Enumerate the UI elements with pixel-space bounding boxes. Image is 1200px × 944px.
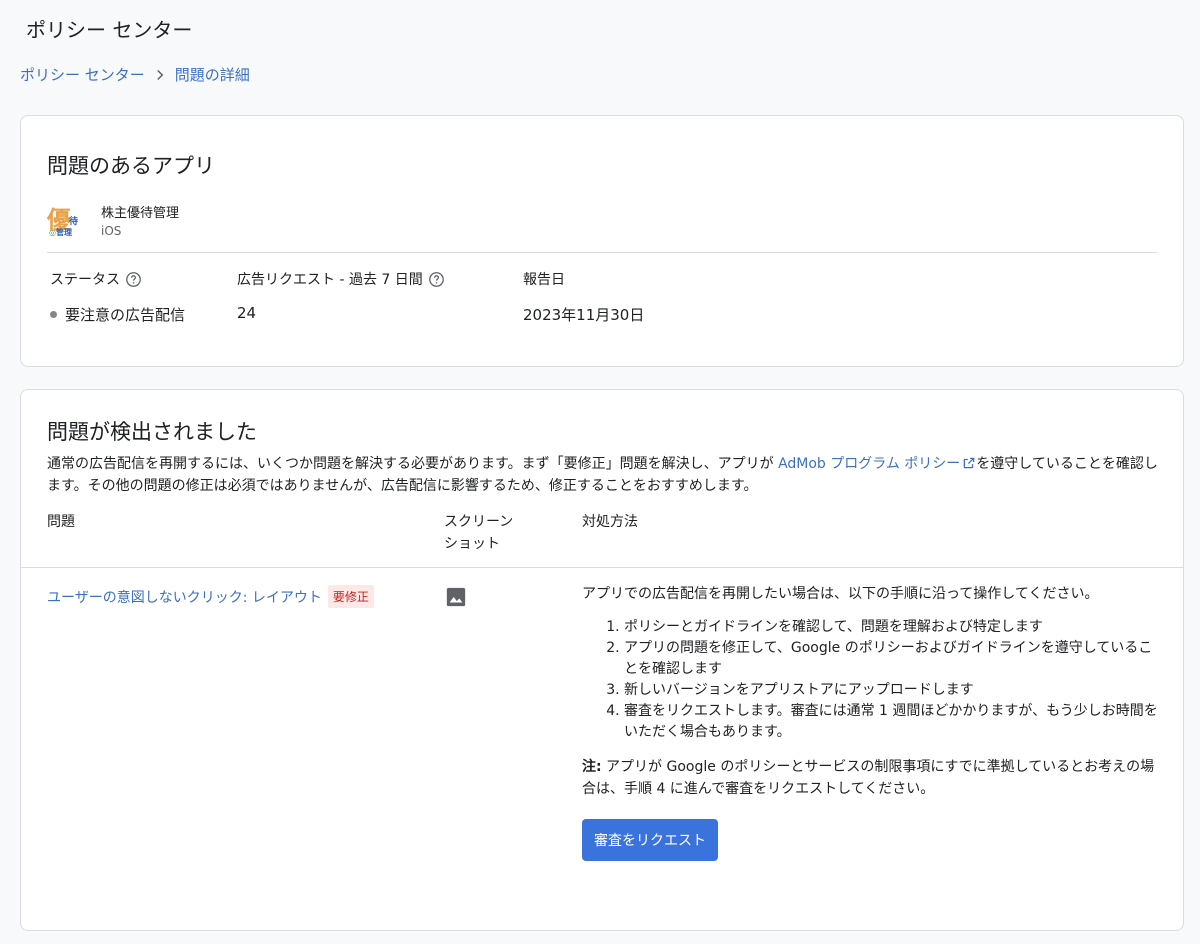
app-icon-sub-char: 待: [69, 217, 79, 227]
status-value-text: 要注意の広告配信: [65, 306, 186, 324]
issues-detected-title: 問題が検出されました: [47, 420, 257, 444]
app-platform: iOS: [101, 224, 122, 238]
issues-intro: 通常の広告配信を再開するには、いくつか問題を解決する必要があります。まず「要修正…: [47, 453, 1165, 497]
table-row: ユーザーの意図しないクリック: レイアウト 要修正: [47, 585, 374, 608]
column-header-screenshot: スクリーン ショット: [444, 511, 513, 555]
help-circle-icon[interactable]: [125, 271, 142, 288]
reported-date-stat: 報告日 2023年11月30日: [523, 270, 644, 325]
column-header-screenshot-line1: スクリーン: [444, 514, 514, 530]
list-item: 審査をリクエストします。審査には通常 1 週間ほどかかりますが、もう少しお時間を…: [624, 701, 1162, 743]
table-divider: [21, 567, 1183, 568]
note-text: アプリが Google のポリシーとサービスの制限事項にすでに準拠しているとお考…: [582, 759, 1155, 797]
problem-app-title: 問題のあるアプリ: [47, 154, 215, 178]
admob-policy-link-text: AdMob プログラム ポリシー: [778, 456, 961, 472]
app-icon-kanri: 管理: [55, 228, 72, 237]
column-header-screenshot-line2: ショット: [444, 536, 500, 552]
resolution-steps: ポリシーとガイドラインを確認して、問題を理解および特定します アプリの問題を修正…: [582, 617, 1162, 743]
status-dot: [50, 311, 57, 318]
resolution-note: 注: アプリが Google のポリシーとサービスの制限事項にすでに準拠している…: [582, 756, 1162, 800]
resolution-content: アプリでの広告配信を再開したい場合は、以下の手順に沿って操作してください。 ポリ…: [582, 583, 1162, 800]
app-info: 優 待 ◎管理 株主優待管理 iOS: [47, 202, 179, 238]
column-header-resolution: 対処方法: [582, 514, 638, 530]
intro-text-before: 通常の広告配信を再開するには、いくつか問題を解決する必要があります。まず「要修正…: [47, 456, 779, 472]
external-link-icon: [963, 457, 975, 469]
status-label: ステータス: [50, 270, 185, 288]
app-icon-sub-text: ◎管理: [49, 227, 72, 238]
reported-date-label: 報告日: [523, 272, 565, 288]
issues-detected-card: 問題が検出されました 通常の広告配信を再開するには、いくつか問題を解決する必要が…: [20, 389, 1184, 931]
chevron-right-icon: [157, 69, 164, 80]
list-item: 新しいバージョンをアプリストアにアップロードします: [624, 680, 1162, 701]
problem-app-card: 問題のあるアプリ 優 待 ◎管理 株主優待管理 iOS ステータス 要注意の広告…: [20, 115, 1184, 367]
ad-requests-label-text: 広告リクエスト - 過去 7 日間: [237, 272, 423, 288]
app-icon: 優 待 ◎管理: [47, 202, 83, 238]
reported-date-value: 2023年11月30日: [523, 306, 645, 324]
status-badge: 要修正: [327, 585, 374, 608]
admob-policy-link[interactable]: AdMob プログラム ポリシー: [778, 456, 976, 472]
app-icon-mark: ◎: [49, 228, 56, 237]
list-item: アプリの問題を修正して、Google のポリシーおよびガイドラインを遵守している…: [624, 638, 1162, 680]
page-title: ポリシー センター: [26, 18, 193, 42]
ad-requests-value: 24: [237, 304, 257, 322]
ad-requests-label: 広告リクエスト - 過去 7 日間: [237, 270, 445, 288]
note-label: 注:: [582, 759, 602, 775]
column-header-issue: 問題: [47, 514, 75, 530]
issue-link[interactable]: ユーザーの意図しないクリック: レイアウト: [47, 587, 322, 607]
resolution-intro: アプリでの広告配信を再開したい場合は、以下の手順に沿って操作してください。: [582, 586, 1099, 602]
request-review-button[interactable]: 審査をリクエスト: [582, 819, 718, 861]
status-stat: ステータス 要注意の広告配信: [50, 270, 185, 325]
status-value: 要注意の広告配信: [50, 304, 185, 325]
status-label-text: ステータス: [50, 272, 120, 288]
breadcrumb: ポリシー センター 問題の詳細: [20, 64, 250, 85]
image-icon[interactable]: [445, 586, 467, 608]
help-circle-icon[interactable]: [428, 271, 445, 288]
app-text: 株主優待管理 iOS: [101, 202, 179, 238]
app-name: 株主優待管理: [101, 206, 180, 221]
list-item: ポリシーとガイドラインを確認して、問題を理解および特定します: [624, 617, 1162, 638]
divider: [47, 252, 1157, 253]
breadcrumb-issue-details-link[interactable]: 問題の詳細: [175, 64, 250, 85]
breadcrumb-policy-center-link[interactable]: ポリシー センター: [20, 64, 145, 85]
ad-requests-stat: 広告リクエスト - 過去 7 日間 24: [237, 270, 445, 322]
